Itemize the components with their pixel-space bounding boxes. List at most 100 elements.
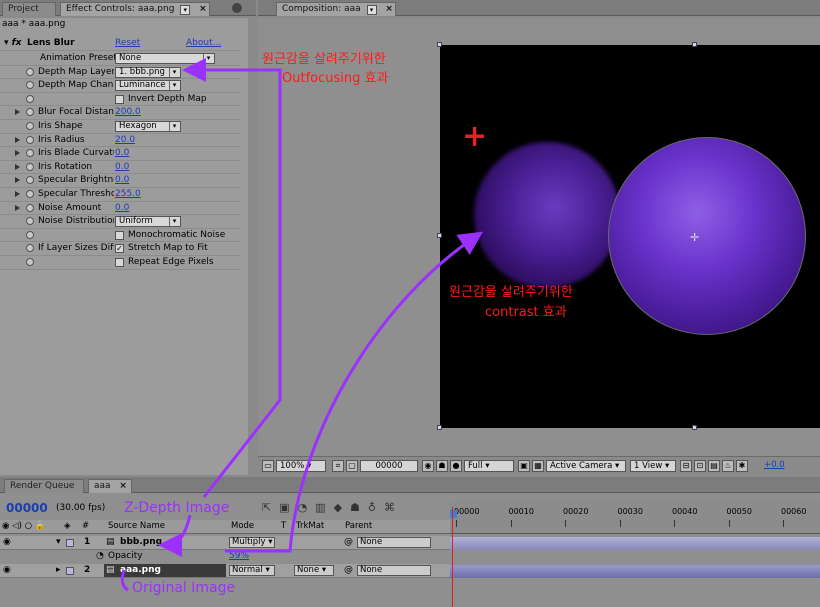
effect-param-row[interactable]: Iris Rotation 0.0: [0, 161, 240, 175]
effect-param-row[interactable]: Repeat Edge Pixels: [0, 256, 240, 270]
param-value[interactable]: 0.0: [115, 162, 129, 172]
stopwatch-icon[interactable]: [26, 67, 34, 76]
tab-project[interactable]: Project: [2, 2, 56, 16]
tab-render-queue[interactable]: Render Queue: [4, 479, 84, 493]
pixel-aspect-icon[interactable]: ⊟: [680, 460, 692, 472]
tab-menu-icon[interactable]: ▾: [180, 5, 191, 15]
param-checkbox[interactable]: ✓: [115, 244, 124, 254]
effect-param-row[interactable]: Specular Brightnes0.0: [0, 174, 240, 188]
tab-timeline[interactable]: aaa ×: [88, 479, 132, 493]
expand-triangle-icon[interactable]: [15, 204, 20, 211]
close-icon[interactable]: ×: [119, 480, 127, 493]
comp-menu-icon[interactable]: ▾: [366, 5, 377, 15]
expand-triangle-icon[interactable]: [15, 109, 20, 116]
stopwatch-icon[interactable]: [26, 258, 34, 266]
current-time-indicator[interactable]: [452, 507, 453, 607]
expand-triangle-icon[interactable]: [15, 177, 20, 184]
time-ruler[interactable]: 00000 00010 00020 00030 00040 00050 00060: [450, 500, 820, 534]
stopwatch-icon[interactable]: [26, 190, 34, 198]
param-select[interactable]: 1. bbb.png ▾: [115, 66, 181, 78]
effect-param-row[interactable]: Monochromatic Noise: [0, 229, 240, 243]
effect-param-row[interactable]: Depth Map ChannelLuminance▾: [0, 79, 240, 93]
layer-duration-bar-1[interactable]: [450, 537, 820, 550]
expand-triangle-icon[interactable]: [15, 191, 20, 197]
timeline-icon[interactable]: ▤: [708, 460, 720, 472]
expand-triangle-icon[interactable]: [15, 150, 20, 157]
collapse-triangle-icon[interactable]: ▸: [56, 565, 61, 575]
parent-select[interactable]: None: [357, 565, 431, 576]
toolbar-icons[interactable]: ⇱▣◔▥◆☗♁⌘: [262, 501, 403, 514]
effect-param-row[interactable]: Noise Distribution Uniform ▾: [0, 215, 240, 229]
flowchart-icon[interactable]: ♨: [722, 460, 734, 472]
parent-pickwhip-icon[interactable]: @: [344, 537, 353, 547]
param-value[interactable]: 0.0: [115, 203, 129, 213]
effect-param-row[interactable]: Animation Presets:None ▾: [0, 52, 240, 66]
expand-triangle-icon[interactable]: [15, 163, 20, 170]
stopwatch-icon[interactable]: [26, 149, 34, 158]
trkmat-select[interactable]: None ▾: [294, 565, 334, 576]
stopwatch-icon[interactable]: [26, 94, 34, 103]
effect-param-row[interactable]: Depth Map Layer 1. bbb.png ▾: [0, 66, 240, 80]
panel-menu-icon[interactable]: [232, 3, 242, 13]
parent-pickwhip-icon[interactable]: @: [344, 565, 353, 575]
effect-param-row[interactable]: Noise Amount 0.0: [0, 202, 240, 216]
canvas-handle[interactable]: [692, 425, 697, 430]
region-of-interest-icon[interactable]: ▣: [518, 460, 530, 472]
layer-row-2[interactable]: ◉ ▸ 2 ▤ aaa.png Normal ▾ None ▾ @ None: [0, 564, 450, 578]
stopwatch-icon[interactable]: [26, 217, 34, 226]
transparency-grid-icon[interactable]: ▦: [532, 460, 544, 472]
effect-param-row[interactable]: Iris Shape Hexagon ▾: [0, 120, 240, 134]
layer-name[interactable]: bbb.png: [120, 537, 162, 547]
eye-icon[interactable]: ◉: [3, 565, 11, 575]
show-snapshot-icon[interactable]: ☗: [436, 460, 448, 472]
blend-mode-select[interactable]: Normal ▾: [229, 565, 275, 576]
param-select[interactable]: Hexagon ▾: [115, 121, 181, 132]
stopwatch-icon[interactable]: [26, 176, 34, 185]
param-checkbox[interactable]: [115, 258, 124, 267]
about-link[interactable]: About...: [186, 38, 221, 48]
param-value[interactable]: 20.0: [115, 135, 135, 145]
effect-param-row[interactable]: Iris Radius 20.0: [0, 134, 240, 148]
param-select[interactable]: Luminance ▾: [115, 80, 181, 92]
param-checkbox[interactable]: [115, 230, 124, 240]
safe-margins-icon[interactable]: ⌗: [332, 460, 344, 472]
fast-preview-icon[interactable]: ⊡: [694, 460, 706, 472]
col-source-name[interactable]: Source Name: [108, 521, 165, 531]
canvas-handle[interactable]: [437, 425, 442, 430]
effect-param-row[interactable]: Specular Threshold255.0: [0, 188, 240, 202]
stopwatch-icon[interactable]: [26, 203, 34, 212]
canvas-handle[interactable]: [437, 233, 442, 238]
reset-link[interactable]: Reset: [115, 38, 140, 48]
param-value[interactable]: 0.0: [115, 175, 129, 185]
effect-param-row[interactable]: Invert Depth Map: [0, 93, 240, 107]
param-checkbox[interactable]: [115, 94, 124, 104]
canvas-handle[interactable]: [692, 42, 697, 47]
tab-composition[interactable]: Composition: aaa ▾ ×: [276, 2, 396, 16]
parent-select[interactable]: None: [357, 537, 431, 548]
expand-triangle-icon[interactable]: [15, 136, 20, 143]
opacity-value[interactable]: 59%: [229, 551, 249, 561]
layer-row-1[interactable]: ◉ ▾ 1 ▤ bbb.png Multiply ▾ @ None: [0, 536, 450, 550]
param-value[interactable]: 0.0: [115, 148, 129, 158]
zoom-select[interactable]: 100% ▾: [276, 460, 326, 472]
param-select[interactable]: None ▾: [115, 53, 215, 64]
effect-param-row[interactable]: If Layer Sizes Diffe ✓ Stretch Map to Fit: [0, 242, 240, 256]
current-time-display[interactable]: 00000: [6, 500, 48, 516]
tab-effect-controls[interactable]: Effect Controls: aaa.png ▾ ×: [60, 2, 210, 16]
stopwatch-icon[interactable]: [26, 230, 34, 239]
exposure-value[interactable]: +0.0: [764, 460, 785, 470]
stopwatch-icon[interactable]: [26, 108, 34, 117]
param-select[interactable]: Uniform ▾: [115, 216, 181, 228]
label-color-swatch[interactable]: [66, 539, 74, 547]
expand-triangle-icon[interactable]: ▾: [56, 537, 61, 547]
stopwatch-icon[interactable]: ◔: [96, 551, 104, 561]
layer-duration-bar-2[interactable]: [450, 565, 820, 578]
param-value[interactable]: 200.0: [115, 107, 141, 117]
label-color-swatch[interactable]: [66, 567, 74, 575]
channel-icon[interactable]: ●: [450, 460, 462, 472]
blend-mode-select[interactable]: Multiply ▾: [229, 537, 275, 548]
composition-viewer[interactable]: ✛: [440, 45, 820, 428]
reset-exposure-icon[interactable]: ✱: [736, 460, 748, 472]
camera-select[interactable]: Active Camera ▾: [546, 460, 626, 472]
anchor-point-icon[interactable]: ✛: [690, 231, 699, 244]
